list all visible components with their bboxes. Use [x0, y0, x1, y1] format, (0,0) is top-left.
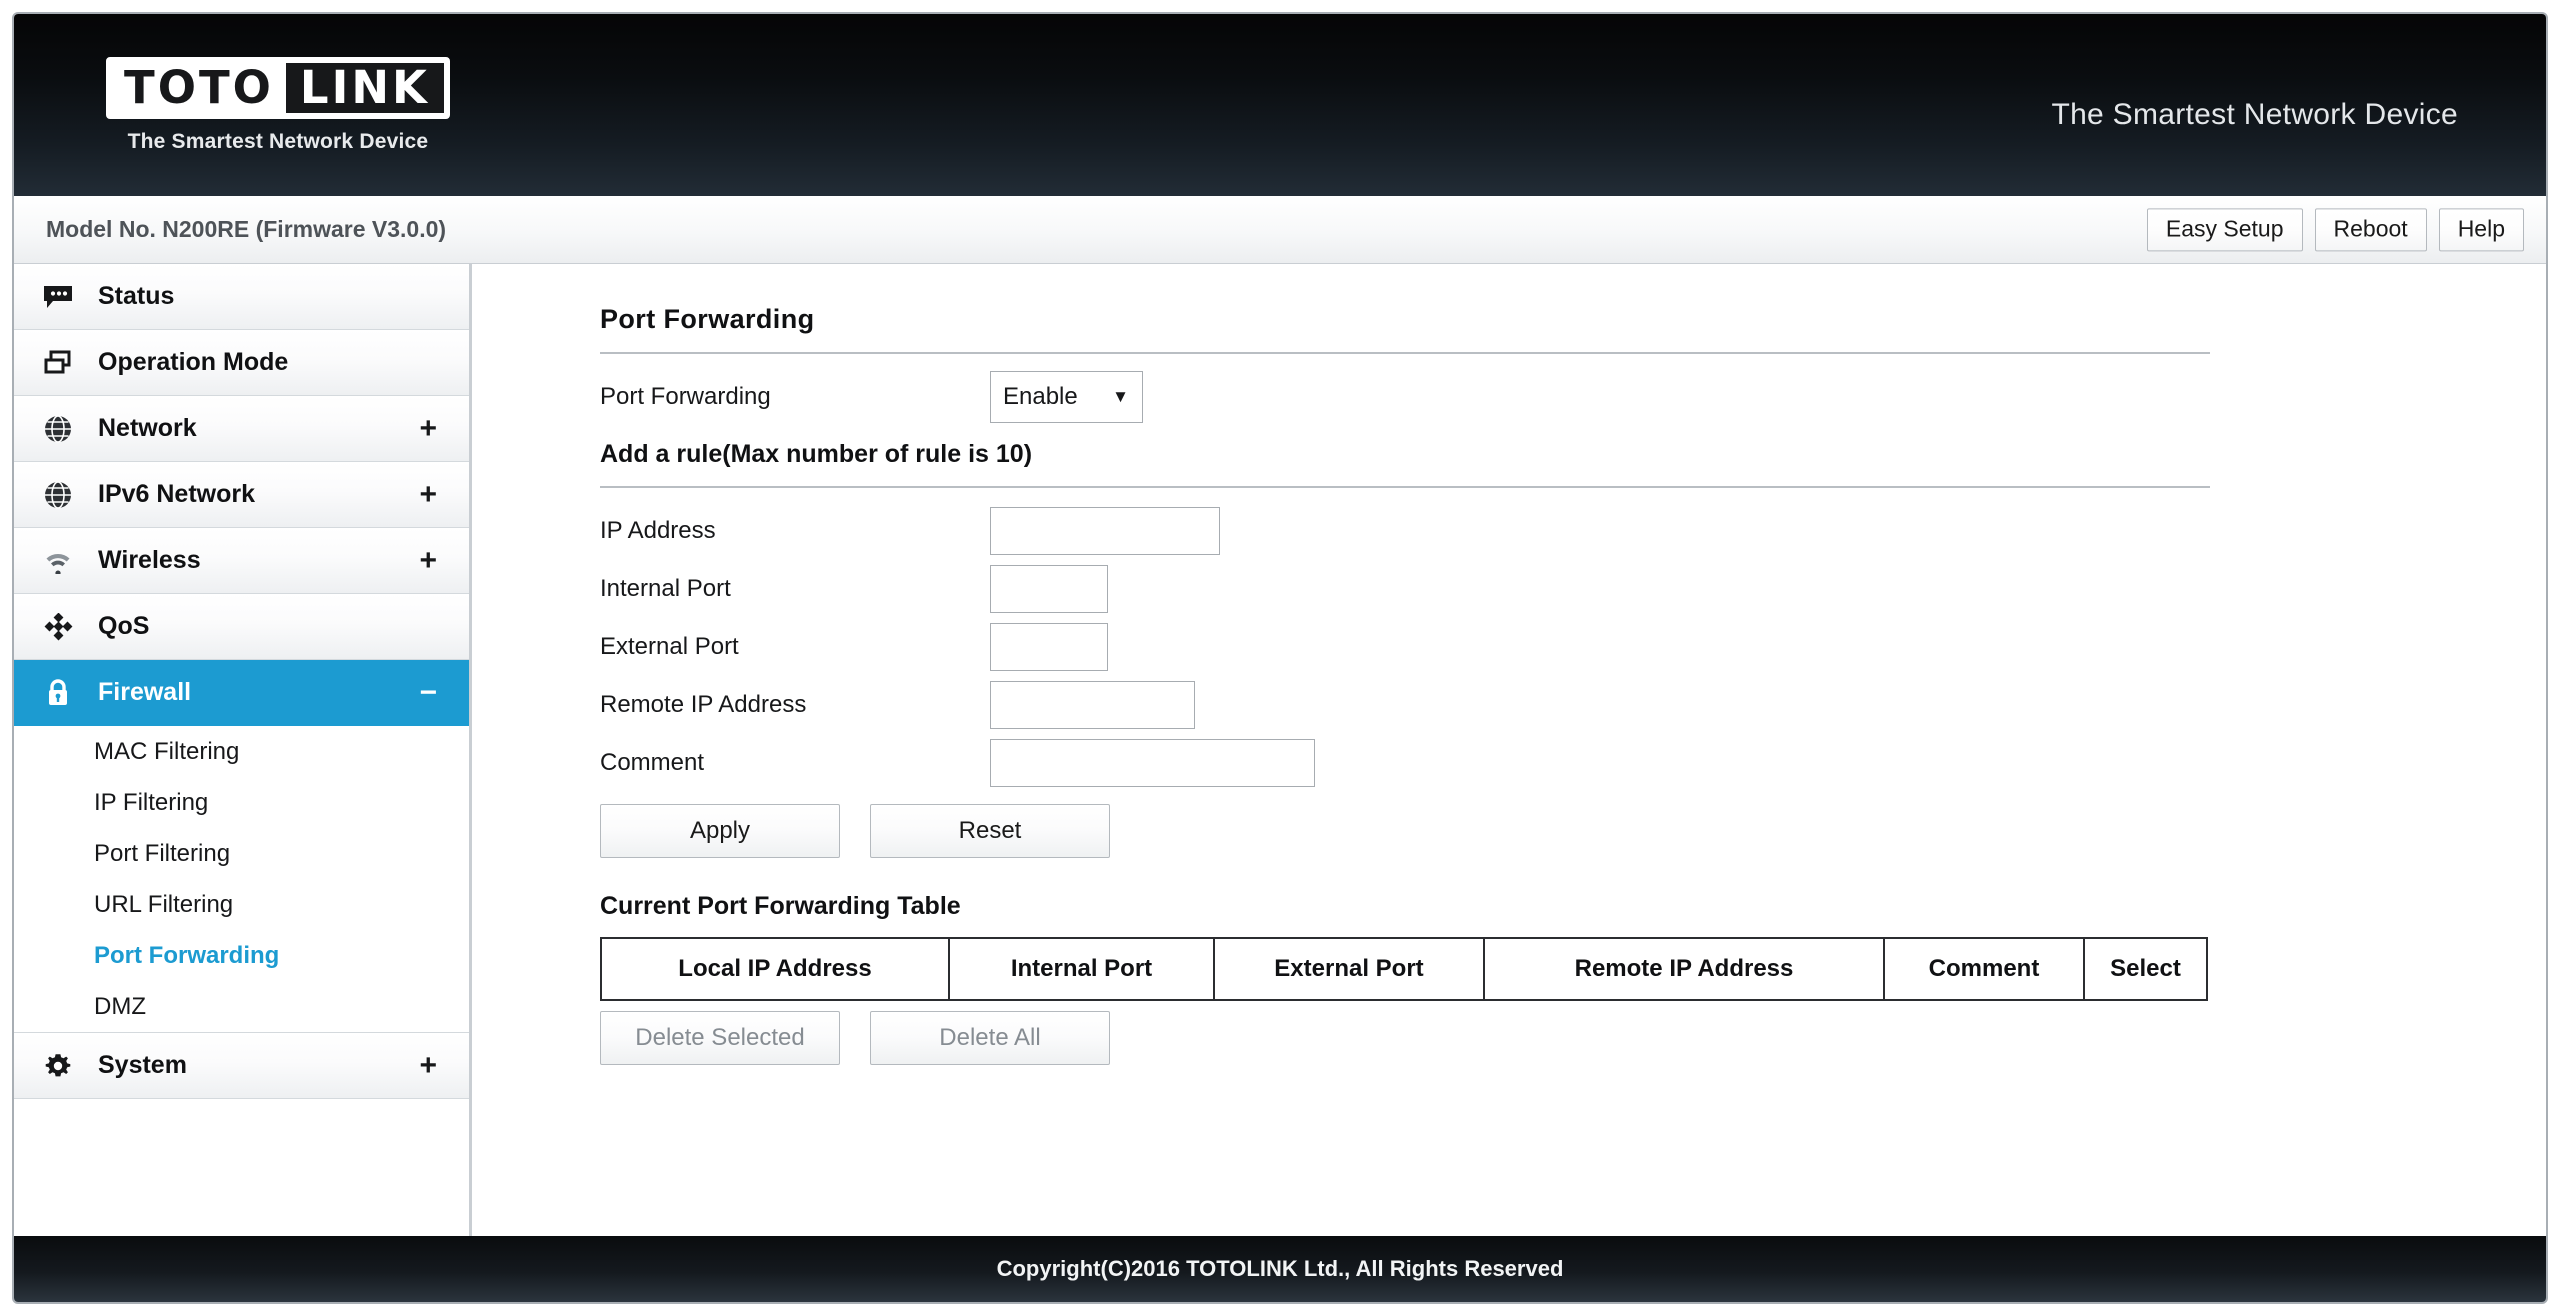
- sidebar-subitem-dmz[interactable]: DMZ: [14, 981, 469, 1032]
- col-remote-ip-address: Remote IP Address: [1483, 937, 1885, 1001]
- sidebar-item-wireless[interactable]: Wireless +: [14, 528, 469, 594]
- apply-button[interactable]: Apply: [600, 804, 840, 858]
- sidebar-item-label: Operation Mode: [98, 348, 289, 376]
- add-rule-divider: [600, 486, 2210, 488]
- header-slogan: The Smartest Network Device: [2051, 98, 2458, 131]
- sidebar-item-firewall[interactable]: Firewall −: [14, 660, 469, 726]
- sidebar-item-label: Firewall: [98, 678, 192, 706]
- delete-all-button[interactable]: Delete All: [870, 1011, 1110, 1065]
- sidebar-expander: +: [419, 477, 437, 511]
- page-title: Port Forwarding: [600, 304, 815, 334]
- comment-label: Comment: [600, 749, 705, 776]
- sidebar-subitem-mac-filtering[interactable]: MAC Filtering: [14, 726, 469, 777]
- sidebar-item-qos[interactable]: QoS: [14, 594, 469, 660]
- field-row-comment: Comment: [600, 734, 2546, 792]
- sidebar-item-network[interactable]: Network +: [14, 396, 469, 462]
- port-forwarding-enable-label: Port Forwarding: [600, 383, 771, 410]
- table-action-row: Delete Selected Delete All: [600, 1011, 2546, 1065]
- ip-address-input[interactable]: [990, 507, 1220, 555]
- col-local-ip-address: Local IP Address: [600, 937, 950, 1001]
- sidebar-expander: +: [419, 543, 437, 577]
- field-row-external-port: External Port: [600, 618, 2546, 676]
- delete-selected-button[interactable]: Delete Selected: [600, 1011, 840, 1065]
- page-footer: Copyright(C)2016 TOTOLINK Ltd., All Righ…: [14, 1236, 2546, 1302]
- table-title: Current Port Forwarding Table: [600, 892, 961, 920]
- sidebar-item-status[interactable]: Status: [14, 264, 469, 330]
- sidebar-item-operation-mode[interactable]: Operation Mode: [14, 330, 469, 396]
- sidebar-nav: Status Operation Mode Network + IPv6 Net…: [14, 264, 472, 1236]
- model-info-text: Model No. N200RE (Firmware V3.0.0): [46, 216, 447, 242]
- lock-icon: [36, 678, 80, 708]
- logo-mark: TOTO LINK: [106, 56, 450, 119]
- sidebar-subitem-port-filtering[interactable]: Port Filtering: [14, 828, 469, 879]
- add-rule-title: Add a rule(Max number of rule is 10): [600, 440, 1033, 468]
- sidebar-expander: −: [419, 675, 437, 709]
- comment-input[interactable]: [990, 739, 1315, 787]
- reboot-button[interactable]: Reboot: [2314, 207, 2427, 252]
- sidebar-item-label: Status: [98, 282, 175, 310]
- globe-icon: [36, 480, 80, 510]
- help-button[interactable]: Help: [2438, 207, 2524, 252]
- sidebar-expander: +: [419, 1048, 437, 1082]
- port-forwarding-table: Local IP Address Internal Port External …: [600, 937, 2208, 1001]
- sidebar-item-label: System: [98, 1051, 187, 1079]
- windows-icon: [36, 350, 80, 376]
- globe-icon: [36, 414, 80, 444]
- reset-button[interactable]: Reset: [870, 804, 1110, 858]
- field-row-remote-ip-address: Remote IP Address: [600, 676, 2546, 734]
- form-action-row: Apply Reset: [600, 804, 2546, 858]
- port-forwarding-enable-row: Port Forwarding Enable ▼: [600, 368, 2546, 426]
- col-internal-port: Internal Port: [948, 937, 1215, 1001]
- col-external-port: External Port: [1213, 937, 1485, 1001]
- internal-port-label: Internal Port: [600, 575, 731, 602]
- port-forwarding-select-wrap: Enable ▼: [990, 371, 1143, 423]
- field-row-ip-address: IP Address: [600, 502, 2546, 560]
- ip-address-label: IP Address: [600, 517, 716, 544]
- top-button-group: Easy Setup Reboot Help: [2146, 207, 2524, 252]
- wifi-icon: [36, 548, 80, 574]
- table-header-row: Local IP Address Internal Port External …: [600, 937, 2208, 1001]
- sidebar-item-label: QoS: [98, 612, 150, 640]
- sidebar-item-label: Network: [98, 414, 197, 442]
- logo-link-text: LINK: [285, 62, 444, 113]
- sidebar-item-ipv6-network[interactable]: IPv6 Network +: [14, 462, 469, 528]
- browser-frame: TOTO LINK The Smartest Network Device Th…: [12, 12, 2548, 1304]
- brand-header: TOTO LINK The Smartest Network Device Th…: [14, 14, 2546, 196]
- external-port-input[interactable]: [990, 623, 1108, 671]
- col-select: Select: [2083, 937, 2208, 1001]
- sidebar-subitem-port-forwarding[interactable]: Port Forwarding: [14, 930, 469, 981]
- col-comment: Comment: [1883, 937, 2085, 1001]
- diamonds-icon: [36, 612, 80, 641]
- totolink-logo: TOTO LINK The Smartest Network Device: [106, 56, 450, 154]
- sidebar-subitem-url-filtering[interactable]: URL Filtering: [14, 879, 469, 930]
- copyright-text: Copyright(C)2016 TOTOLINK Ltd., All Righ…: [996, 1256, 1564, 1281]
- body-split: Status Operation Mode Network + IPv6 Net…: [14, 264, 2546, 1236]
- sidebar-item-label: IPv6 Network: [98, 480, 256, 508]
- main-content: Port Forwarding Port Forwarding Enable ▼…: [472, 264, 2546, 1236]
- firewall-subnav: MAC Filtering IP Filtering Port Filterin…: [14, 726, 469, 1033]
- remote-ip-address-label: Remote IP Address: [600, 691, 807, 718]
- port-forwarding-select[interactable]: Enable: [990, 371, 1143, 423]
- sidebar-item-system[interactable]: System +: [14, 1033, 469, 1099]
- title-divider: [600, 352, 2210, 354]
- remote-ip-address-input[interactable]: [990, 681, 1195, 729]
- gear-icon: [36, 1051, 80, 1081]
- logo-tagline: The Smartest Network Device: [127, 129, 429, 153]
- speech-bubble-icon: [36, 284, 80, 310]
- easy-setup-button[interactable]: Easy Setup: [2146, 207, 2303, 252]
- sidebar-expander: +: [419, 411, 437, 445]
- model-bar: Model No. N200RE (Firmware V3.0.0) Easy …: [14, 196, 2546, 264]
- field-row-internal-port: Internal Port: [600, 560, 2546, 618]
- external-port-label: External Port: [600, 633, 739, 660]
- internal-port-input[interactable]: [990, 565, 1108, 613]
- page-root: TOTO LINK The Smartest Network Device Th…: [0, 0, 2560, 1316]
- sidebar-item-label: Wireless: [98, 546, 201, 574]
- logo-toto-text: TOTO: [124, 61, 274, 114]
- sidebar-subitem-ip-filtering[interactable]: IP Filtering: [14, 777, 469, 828]
